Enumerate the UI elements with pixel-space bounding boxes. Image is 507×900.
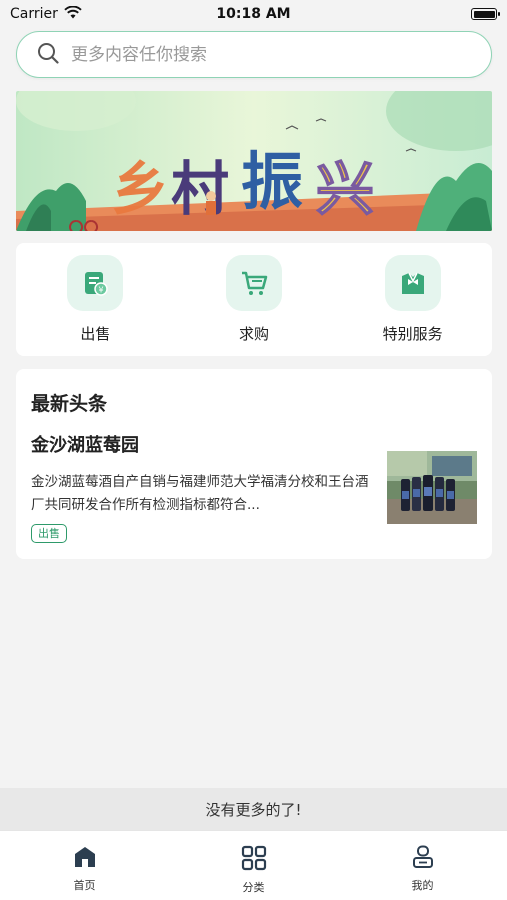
service-label: 求购 — [238, 325, 269, 343]
tab-label: 首页 — [73, 879, 96, 892]
news-description: 金沙湖蓝莓酒自产自销与福建师范大学福清分校和王台酒厂共同研发合作所有检测指标都符… — [31, 474, 369, 513]
search-input[interactable] — [71, 44, 451, 65]
battery-icon — [471, 8, 500, 20]
service-buy[interactable]: 求购 — [184, 255, 324, 344]
sell-icon: ¥ — [67, 255, 124, 311]
svg-text:¥: ¥ — [99, 286, 104, 295]
status-left: Carrier — [10, 5, 82, 23]
tab-bar: 首页 分类 我的 — [0, 830, 507, 900]
news-section-title: 最新头条 — [31, 393, 108, 415]
home-icon — [72, 845, 98, 873]
banner-image[interactable]: 乡 村 振 兴 — [16, 91, 492, 231]
svg-text:振: 振 — [241, 145, 303, 218]
tab-profile[interactable]: 我的 — [363, 845, 483, 893]
services-card: ¥ 出售 求购 特别服务 — [16, 243, 492, 356]
category-icon — [241, 845, 267, 875]
wifi-icon — [64, 5, 82, 23]
no-more-notice: 没有更多的了! — [0, 788, 507, 830]
news-tag: 出售 — [31, 524, 67, 543]
svg-text:兴: 兴 — [316, 155, 374, 223]
profile-icon — [412, 845, 434, 873]
special-service-icon — [384, 255, 441, 311]
cart-icon — [225, 255, 282, 311]
service-label: 特别服务 — [382, 325, 443, 343]
news-card: 最新头条 金沙湖蓝莓园 金沙湖蓝莓酒自产自销与福建师范大学福清分校和王台酒厂共同… — [16, 369, 492, 559]
tab-label: 我的 — [411, 879, 434, 892]
tab-home[interactable]: 首页 — [25, 845, 145, 893]
svg-text:乡: 乡 — [111, 155, 169, 223]
tab-category[interactable]: 分类 — [194, 845, 314, 895]
search-icon — [37, 42, 59, 68]
news-thumbnail[interactable] — [387, 451, 477, 524]
service-sell[interactable]: ¥ 出售 — [25, 255, 165, 344]
status-bar: Carrier 10:18 AM — [0, 0, 507, 28]
service-special[interactable]: 特别服务 — [343, 255, 483, 344]
carrier-label: Carrier — [10, 6, 58, 22]
news-item[interactable]: 金沙湖蓝莓园 金沙湖蓝莓酒自产自销与福建师范大学福清分校和王台酒厂共同研发合作所… — [31, 431, 477, 549]
service-label: 出售 — [80, 325, 111, 343]
search-bar[interactable] — [16, 31, 492, 78]
tab-label: 分类 — [242, 881, 265, 894]
svg-text:村: 村 — [171, 155, 229, 223]
